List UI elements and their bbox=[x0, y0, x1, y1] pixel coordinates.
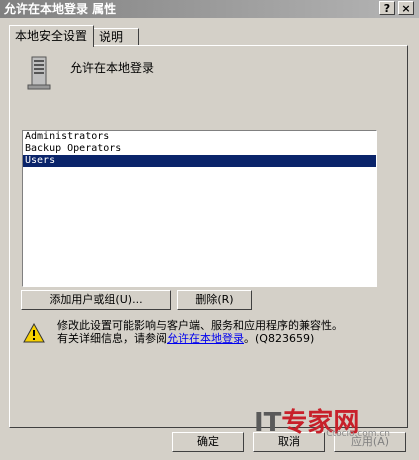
tab-local-security-setting[interactable]: 本地安全设置 bbox=[9, 25, 94, 47]
warning-suffix: 。(Q823659) bbox=[244, 332, 315, 345]
watermark-url: Ctocio.com.cn bbox=[326, 429, 390, 439]
policy-name: 允许在本地登录 bbox=[70, 61, 155, 75]
close-button[interactable]: × bbox=[398, 1, 414, 15]
add-user-button[interactable]: 添加用户或组(U)... bbox=[21, 290, 171, 310]
title-bar: 允许在本地登录 属性 ? × bbox=[0, 0, 419, 18]
ok-button[interactable]: 确定 bbox=[172, 432, 244, 452]
remove-button[interactable]: 删除(R) bbox=[177, 290, 252, 310]
tab-explain[interactable]: 说明 bbox=[93, 28, 139, 46]
policy-link[interactable]: 允许在本地登录 bbox=[167, 332, 244, 345]
tab-panel: 允许在本地登录 Administrators Backup Operators … bbox=[9, 45, 408, 428]
watermark: IT专家网 Ctocio.com.cn bbox=[254, 402, 404, 442]
member-listbox[interactable]: Administrators Backup Operators Users bbox=[22, 130, 377, 287]
warning-line-1: 修改此设置可能影响与客户端、服务和应用程序的兼容性。 bbox=[57, 319, 343, 332]
warning-text: 修改此设置可能影响与客户端、服务和应用程序的兼容性。 有关详细信息，请参阅允许在… bbox=[57, 319, 343, 345]
window-title: 允许在本地登录 属性 bbox=[4, 2, 117, 16]
warning-prefix: 有关详细信息，请参阅 bbox=[57, 332, 167, 345]
list-item[interactable]: Administrators bbox=[23, 131, 376, 143]
list-item[interactable]: Backup Operators bbox=[23, 143, 376, 155]
server-icon bbox=[27, 56, 51, 90]
warning-line-2: 有关详细信息，请参阅允许在本地登录。(Q823659) bbox=[57, 332, 343, 345]
list-item[interactable]: Users bbox=[23, 155, 376, 167]
warning-icon bbox=[23, 323, 45, 343]
help-button[interactable]: ? bbox=[379, 1, 395, 15]
